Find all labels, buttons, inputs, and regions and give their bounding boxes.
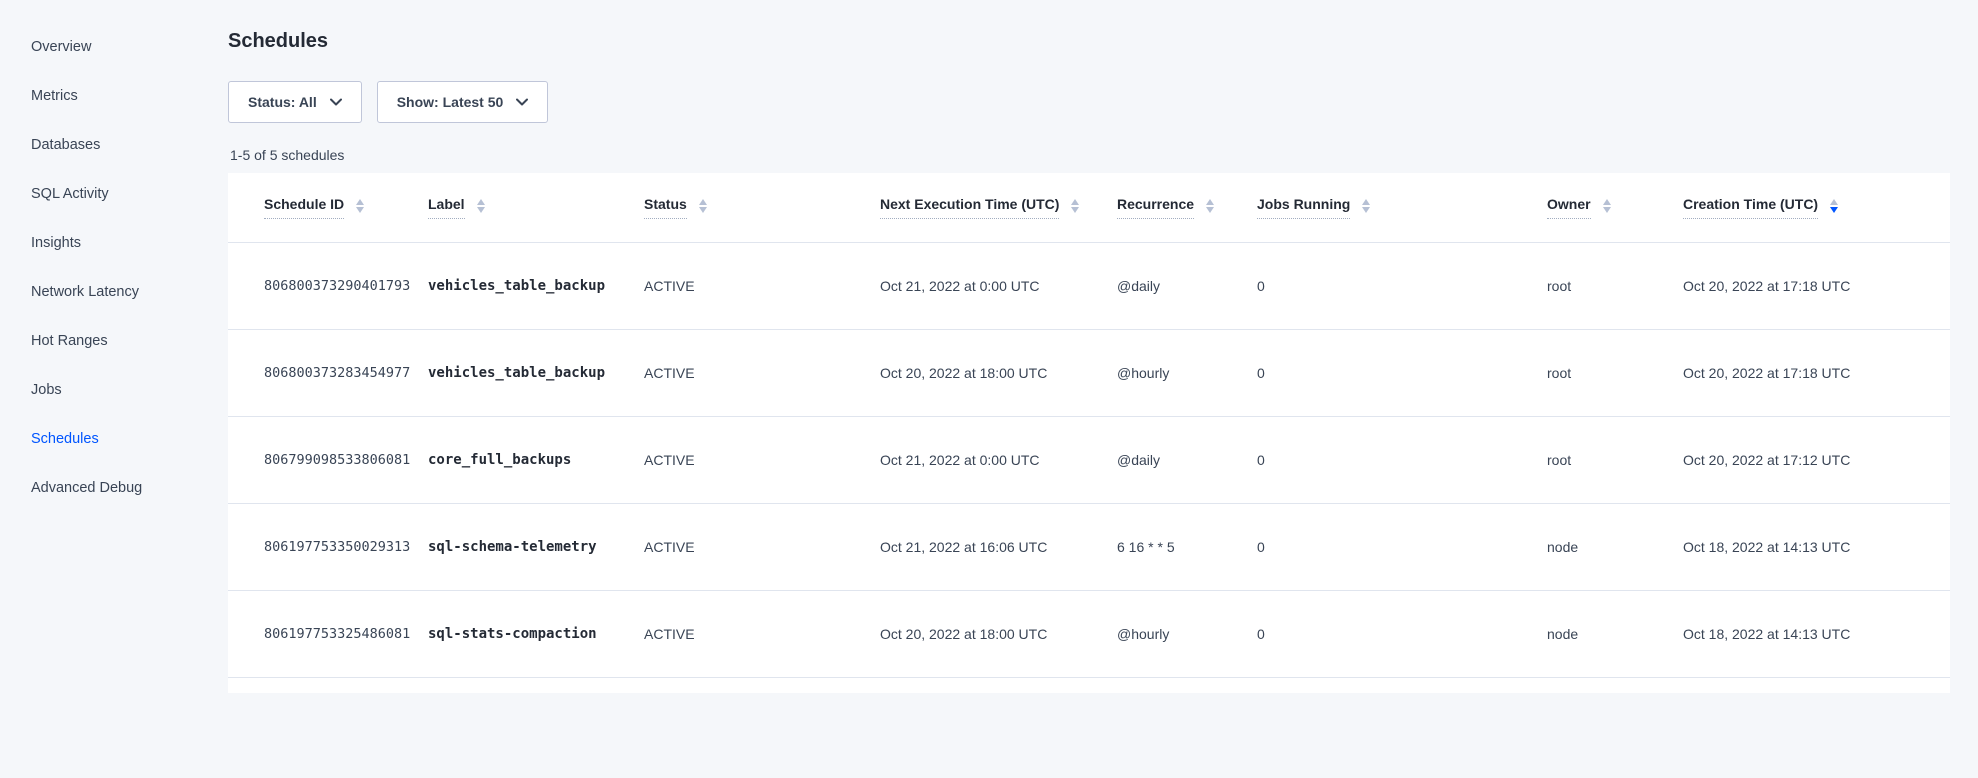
- next-execution-cell: Oct 21, 2022 at 16:06 UTC: [880, 539, 1117, 555]
- owner-cell: root: [1547, 365, 1683, 381]
- jobs-running-cell: 0: [1257, 626, 1547, 642]
- filter-bar: Status: All Show: Latest 50: [228, 81, 1950, 123]
- recurrence-cell: @hourly: [1117, 626, 1257, 642]
- next-execution-cell: Oct 20, 2022 at 18:00 UTC: [880, 626, 1117, 642]
- owner-cell: node: [1547, 626, 1683, 642]
- creation-time-cell: Oct 20, 2022 at 17:18 UTC: [1683, 278, 1914, 294]
- status-cell: ACTIVE: [644, 365, 880, 381]
- schedule-id-cell: 806197753350029313: [264, 539, 428, 555]
- show-filter-dropdown[interactable]: Show: Latest 50: [377, 81, 549, 123]
- column-header-jobs-running[interactable]: Jobs Running: [1257, 196, 1547, 219]
- jobs-running-cell: 0: [1257, 452, 1547, 468]
- sidebar-item-overview[interactable]: Overview: [31, 23, 228, 72]
- label-cell: vehicles_table_backup: [428, 278, 644, 294]
- sidebar-item-databases[interactable]: Databases: [31, 121, 228, 170]
- sidebar-item-metrics[interactable]: Metrics: [31, 72, 228, 121]
- status-cell: ACTIVE: [644, 626, 880, 642]
- table-footer-spacer: [228, 678, 1950, 693]
- column-header-label[interactable]: Label: [428, 196, 644, 219]
- table-row: 806197753325486081 sql-stats-compaction …: [228, 591, 1950, 678]
- status-filter-label: Status: All: [248, 94, 317, 110]
- status-cell: ACTIVE: [644, 539, 880, 555]
- jobs-running-cell: 0: [1257, 278, 1547, 294]
- sort-icon: [1362, 199, 1370, 213]
- next-execution-cell: Oct 21, 2022 at 0:00 UTC: [880, 452, 1117, 468]
- column-header-owner[interactable]: Owner: [1547, 196, 1683, 219]
- schedule-id-cell: 806197753325486081: [264, 626, 428, 642]
- sidebar-item-advanced-debug[interactable]: Advanced Debug: [31, 464, 228, 513]
- sidebar-item-hot-ranges[interactable]: Hot Ranges: [31, 317, 228, 366]
- sort-icon: [1603, 199, 1611, 213]
- label-cell: core_full_backups: [428, 452, 644, 468]
- sidebar: Overview Metrics Databases SQL Activity …: [0, 0, 228, 778]
- main-content: Schedules Status: All Show: Latest 50 1-…: [228, 0, 1978, 778]
- owner-cell: root: [1547, 278, 1683, 294]
- results-count: 1-5 of 5 schedules: [230, 147, 1950, 163]
- label-cell: vehicles_table_backup: [428, 365, 644, 381]
- sidebar-item-insights[interactable]: Insights: [31, 219, 228, 268]
- app-window: Overview Metrics Databases SQL Activity …: [0, 0, 1978, 778]
- sort-icon: [699, 199, 707, 213]
- status-cell: ACTIVE: [644, 452, 880, 468]
- sidebar-item-jobs[interactable]: Jobs: [31, 366, 228, 415]
- status-cell: ACTIVE: [644, 278, 880, 294]
- owner-cell: root: [1547, 452, 1683, 468]
- chevron-down-icon: [516, 98, 528, 106]
- schedules-table: Schedule ID Label Status Next Execution …: [228, 173, 1950, 693]
- column-header-status[interactable]: Status: [644, 196, 880, 219]
- next-execution-cell: Oct 21, 2022 at 0:00 UTC: [880, 278, 1117, 294]
- creation-time-cell: Oct 18, 2022 at 14:13 UTC: [1683, 626, 1914, 642]
- sort-icon: [477, 199, 485, 213]
- table-row: 806800373290401793 vehicles_table_backup…: [228, 243, 1950, 330]
- label-cell: sql-schema-telemetry: [428, 539, 644, 555]
- column-header-recurrence[interactable]: Recurrence: [1117, 196, 1257, 219]
- table-row: 806800373283454977 vehicles_table_backup…: [228, 330, 1950, 417]
- recurrence-cell: 6 16 * * 5: [1117, 539, 1257, 555]
- table-row: 806799098533806081 core_full_backups ACT…: [228, 417, 1950, 504]
- recurrence-cell: @hourly: [1117, 365, 1257, 381]
- owner-cell: node: [1547, 539, 1683, 555]
- creation-time-cell: Oct 20, 2022 at 17:12 UTC: [1683, 452, 1914, 468]
- creation-time-cell: Oct 20, 2022 at 17:18 UTC: [1683, 365, 1914, 381]
- chevron-down-icon: [330, 98, 342, 106]
- column-header-next-execution-time[interactable]: Next Execution Time (UTC): [880, 196, 1117, 219]
- show-filter-label: Show: Latest 50: [397, 94, 504, 110]
- jobs-running-cell: 0: [1257, 539, 1547, 555]
- column-header-schedule-id[interactable]: Schedule ID: [264, 196, 428, 219]
- sidebar-item-network-latency[interactable]: Network Latency: [31, 268, 228, 317]
- sort-icon: [356, 199, 364, 213]
- page-title: Schedules: [228, 30, 1950, 53]
- sidebar-item-schedules[interactable]: Schedules: [31, 415, 228, 464]
- column-header-creation-time[interactable]: Creation Time (UTC): [1683, 196, 1914, 219]
- sidebar-item-sql-activity[interactable]: SQL Activity: [31, 170, 228, 219]
- sort-icon: [1206, 199, 1214, 213]
- sort-icon: [1071, 199, 1079, 213]
- schedule-id-cell: 806799098533806081: [264, 452, 428, 468]
- schedule-id-cell: 806800373290401793: [264, 278, 428, 294]
- sort-desc-icon: [1830, 199, 1838, 213]
- jobs-running-cell: 0: [1257, 365, 1547, 381]
- recurrence-cell: @daily: [1117, 278, 1257, 294]
- recurrence-cell: @daily: [1117, 452, 1257, 468]
- next-execution-cell: Oct 20, 2022 at 18:00 UTC: [880, 365, 1117, 381]
- table-header-row: Schedule ID Label Status Next Execution …: [228, 173, 1950, 243]
- status-filter-dropdown[interactable]: Status: All: [228, 81, 362, 123]
- creation-time-cell: Oct 18, 2022 at 14:13 UTC: [1683, 539, 1914, 555]
- schedule-id-cell: 806800373283454977: [264, 365, 428, 381]
- table-row: 806197753350029313 sql-schema-telemetry …: [228, 504, 1950, 591]
- label-cell: sql-stats-compaction: [428, 626, 644, 642]
